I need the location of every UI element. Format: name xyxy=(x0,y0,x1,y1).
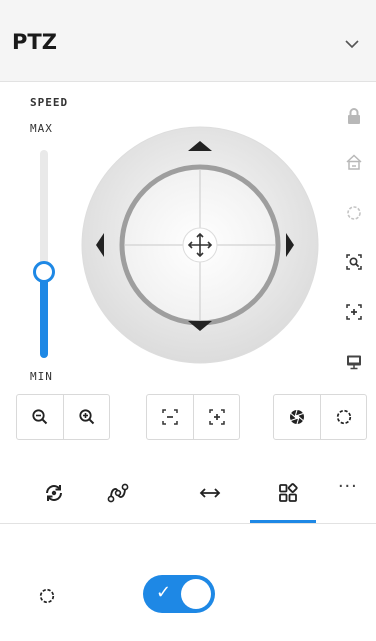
feature-toggle[interactable]: ✓ xyxy=(143,575,215,613)
zoom-in-icon xyxy=(78,409,94,425)
function-tabs xyxy=(0,462,376,524)
iris-open-icon xyxy=(336,409,351,425)
panel-title: PTZ xyxy=(12,30,57,54)
focus-near-button[interactable] xyxy=(147,395,193,439)
iris-close-icon xyxy=(290,409,304,425)
speed-min-label: MIN xyxy=(30,370,53,383)
zoom-button-group xyxy=(16,394,110,440)
focus-far-icon xyxy=(208,409,225,425)
loading-icon xyxy=(39,588,55,604)
scan-icon xyxy=(199,488,221,498)
focus-far-button[interactable] xyxy=(193,395,239,439)
focus-region-icon[interactable] xyxy=(340,298,368,326)
speed-label: SPEED xyxy=(30,96,69,109)
iris-open-button[interactable] xyxy=(320,395,366,439)
zoom-region-icon[interactable] xyxy=(340,248,368,276)
more-functions-icon xyxy=(279,483,298,502)
speed-slider-handle[interactable] xyxy=(33,261,55,283)
lock-icon[interactable] xyxy=(340,102,368,130)
preset-icon xyxy=(46,485,62,501)
tab-more-functions[interactable] xyxy=(258,462,318,524)
speed-slider-fill xyxy=(40,279,48,358)
home-icon[interactable] xyxy=(340,148,368,176)
zoom-out-icon xyxy=(32,409,48,425)
iris-button-group xyxy=(273,394,367,440)
toggle-thumb xyxy=(181,579,211,609)
zoom-out-button[interactable] xyxy=(17,395,63,439)
check-icon: ✓ xyxy=(156,582,172,603)
chevron-down-icon[interactable] xyxy=(342,34,362,54)
zoom-in-button[interactable] xyxy=(63,395,109,439)
speed-slider[interactable] xyxy=(33,150,55,358)
tour-icon xyxy=(107,483,129,503)
active-tab-indicator xyxy=(250,520,316,523)
more-button[interactable]: ... xyxy=(338,470,358,493)
speed-max-label: MAX xyxy=(30,122,53,135)
tab-tour[interactable] xyxy=(88,462,148,524)
tab-preset[interactable] xyxy=(24,462,84,524)
focus-near-icon xyxy=(162,409,178,425)
iris-close-button[interactable] xyxy=(274,395,320,439)
loading-icon[interactable] xyxy=(340,199,368,227)
tab-scan[interactable] xyxy=(180,462,240,524)
screen-icon[interactable] xyxy=(340,348,368,376)
ptz-joystick xyxy=(81,126,319,364)
focus-button-group xyxy=(146,394,240,440)
panel-header: PTZ xyxy=(0,0,376,82)
move-icon[interactable] xyxy=(182,227,218,263)
